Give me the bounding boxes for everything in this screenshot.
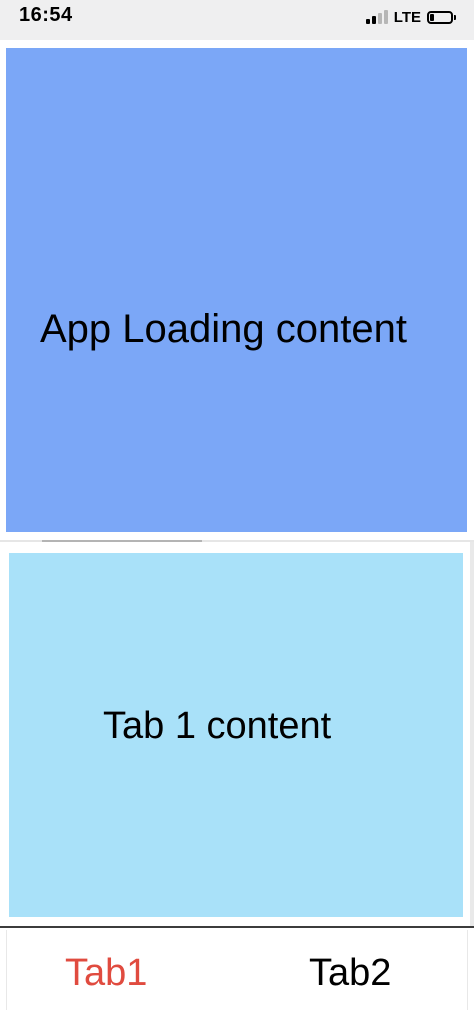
status-time: 16:54: [19, 4, 73, 26]
screen: 16:54 LTE App Loading content Tab 1 cont…: [0, 0, 474, 1010]
panel-edge: [470, 542, 474, 926]
battery-cap: [454, 14, 456, 20]
app-loading-text: App Loading content: [40, 307, 407, 351]
app-loading-panel: App Loading content: [6, 48, 467, 532]
tab-1[interactable]: Tab1: [65, 952, 147, 995]
tab-content-text: Tab 1 content: [103, 705, 332, 747]
tab-bar: Tab1 Tab2: [6, 930, 468, 1010]
tab-bar-divider: [0, 926, 474, 928]
tab-content-panel: Tab 1 content: [9, 553, 463, 917]
tab-2[interactable]: Tab2: [309, 952, 391, 995]
status-indicators: LTE: [365, 8, 456, 26]
status-bar: 16:54 LTE: [0, 0, 474, 40]
battery-icon: [427, 10, 453, 24]
network-type: LTE: [393, 8, 421, 26]
cellular-signal-icon: [365, 10, 388, 24]
divider: [0, 540, 474, 542]
